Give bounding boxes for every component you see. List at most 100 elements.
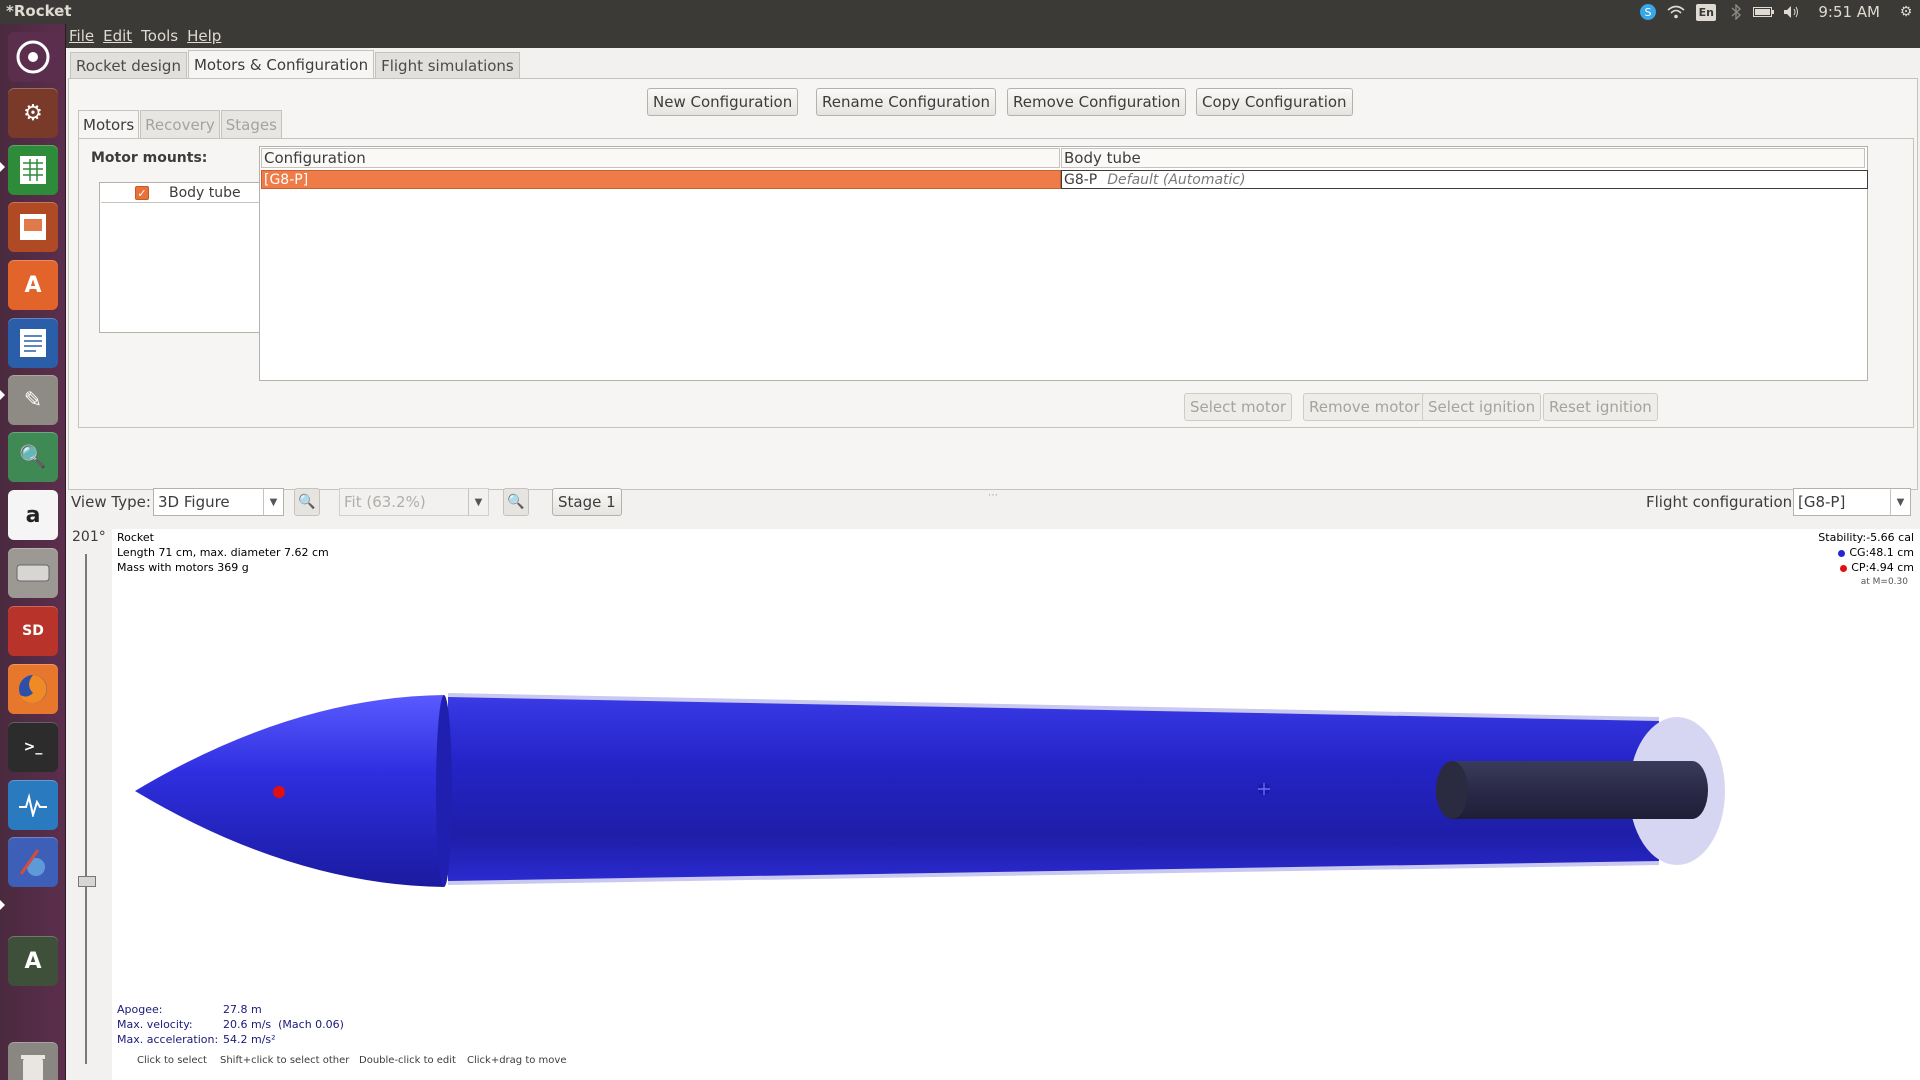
tab-motors[interactable]: Motors (78, 110, 140, 138)
zoom-out-button[interactable]: 🔍 (294, 488, 320, 516)
copy-configuration-button[interactable]: Copy Configuration (1196, 88, 1353, 116)
chevron-down-icon: ▼ (263, 489, 283, 515)
zoom-select[interactable]: Fit (63.2%) ▼ (339, 488, 489, 516)
column-header-body-tube[interactable]: Body tube (1061, 148, 1865, 168)
trash-icon[interactable] (8, 1042, 58, 1080)
sd-card-icon[interactable]: SD (8, 606, 58, 656)
hint-click-select: Click to select (137, 1055, 207, 1066)
tab-motors-configuration[interactable]: Motors & Configuration (187, 50, 375, 78)
motor-mount-label: Body tube (169, 185, 241, 201)
system-settings-icon[interactable]: ⚙ (8, 88, 58, 138)
main-window-content: Rocket design Motors & Configuration Fli… (66, 48, 1920, 1080)
remove-motor-button[interactable]: Remove motor (1303, 393, 1426, 421)
menu-file[interactable]: File (66, 27, 100, 45)
motor-sub-tabs: Motors Recovery Stages (78, 110, 283, 138)
ubuntu-dash-icon[interactable] (8, 32, 58, 82)
remove-configuration-button[interactable]: Remove Configuration (1007, 88, 1187, 116)
motor-mounts-label: Motor mounts: (91, 150, 208, 166)
config-cell[interactable]: [G8-P] (261, 170, 1061, 189)
software-updater-icon[interactable]: A (8, 936, 58, 986)
motor-cell[interactable]: G8-P Default (Automatic) (1061, 170, 1868, 189)
tab-flight-simulations[interactable]: Flight simulations (375, 52, 520, 78)
main-tabs: Rocket design Motors & Configuration Fli… (70, 50, 521, 78)
image-viewer-icon[interactable]: 🔍 (8, 432, 58, 482)
max-acceleration-value: 54.2 m/s² (223, 1033, 276, 1046)
select-ignition-button[interactable]: Select ignition (1422, 393, 1542, 421)
motor-designation: G8-P (1064, 171, 1098, 188)
keyboard-language-indicator[interactable]: En (1696, 3, 1717, 21)
max-velocity-label: Max. velocity: (117, 1018, 193, 1031)
bluetooth-icon[interactable] (1722, 0, 1750, 24)
wifi-icon[interactable] (1662, 0, 1690, 24)
motor-mount-item[interactable]: ✓ Body tube (101, 184, 273, 203)
window-title: *Rocket (6, 2, 72, 20)
rotation-slider-track[interactable] (85, 554, 87, 1064)
tab-recovery[interactable]: Recovery (140, 110, 220, 138)
magnifier-icon: 🔍 (298, 494, 316, 510)
reset-ignition-button[interactable]: Reset ignition (1543, 393, 1658, 421)
gear-icon[interactable]: ⚙ (1892, 0, 1920, 24)
tab-rocket-design[interactable]: Rocket design (70, 52, 187, 78)
select-motor-button[interactable]: Select motor (1184, 393, 1293, 421)
motor-mounts-list: ✓ Body tube (99, 182, 275, 333)
rocket-3d-view[interactable]: Rocket Length 71 cm, max. diameter 7.62 … (112, 529, 1920, 1080)
hint-click-drag: Click+drag to move (467, 1055, 567, 1066)
flight-configuration-label: Flight configuration: (1646, 493, 1798, 511)
menu-tools[interactable]: Tools (138, 27, 184, 45)
motors-tab-panel: Motor mounts: ✓ Body tube Configuration … (78, 138, 1914, 428)
view-type-select[interactable]: 3D Figure ▼ (153, 488, 284, 516)
cp-marker (273, 786, 285, 798)
system-tray: S En 9:51 AM ⚙ (1634, 0, 1920, 24)
column-header-configuration[interactable]: Configuration (261, 148, 1060, 168)
clock[interactable]: 9:51 AM (1806, 3, 1892, 21)
flight-configuration-value: [G8-P] (1798, 493, 1846, 511)
menu-edit[interactable]: Edit (100, 27, 138, 45)
motor-delay: Default (Automatic) (1107, 171, 1246, 188)
zoom-in-button[interactable]: 🔍 (503, 488, 529, 516)
software-center-icon[interactable]: A (8, 260, 58, 310)
tab-stages[interactable]: Stages (220, 110, 282, 138)
hint-double-click: Double-click to edit (359, 1055, 456, 1066)
battery-icon[interactable] (1750, 0, 1778, 24)
amazon-icon[interactable]: a (8, 490, 58, 540)
rotation-angle-label: 201° (72, 529, 106, 545)
menu-help[interactable]: Help (184, 27, 227, 45)
unity-launcher: ⚙ A ✎ 🔍 a SD >_ A (0, 24, 66, 1080)
volume-icon[interactable] (1778, 0, 1806, 24)
max-acceleration-label: Max. acceleration: (117, 1033, 219, 1046)
stage-1-button[interactable]: Stage 1 (552, 488, 622, 516)
cg-marker (1258, 783, 1270, 795)
system-monitor-icon[interactable] (8, 780, 58, 830)
svg-text:S: S (1645, 6, 1652, 19)
configuration-table: Configuration Body tube [G8-P] G8-P Defa… (259, 146, 1868, 381)
nose-cone[interactable] (135, 695, 452, 887)
inner-motor-tube[interactable] (1436, 761, 1708, 819)
libreoffice-writer-icon[interactable] (8, 318, 58, 368)
firefox-icon[interactable] (8, 664, 58, 714)
chevron-down-icon: ▼ (468, 489, 488, 515)
rotation-slider-area: 201° (66, 526, 111, 1080)
motor-mount-checkbox[interactable]: ✓ (135, 186, 149, 200)
chevron-down-icon: ▼ (1890, 489, 1910, 515)
rotation-slider-thumb[interactable] (78, 876, 96, 887)
libreoffice-calc-icon[interactable] (8, 145, 58, 195)
motors-configuration-panel: New Configuration Rename Configuration R… (68, 78, 1918, 490)
skype-icon[interactable]: S (1634, 0, 1662, 24)
text-editor-icon[interactable]: ✎ (8, 375, 58, 425)
new-configuration-button[interactable]: New Configuration (647, 88, 799, 116)
flight-configuration-select[interactable]: [G8-P] ▼ (1793, 488, 1911, 516)
magnifier-icon: 🔍 (507, 494, 525, 510)
hint-shift-click: Shift+click to select other (220, 1055, 350, 1066)
terminal-icon[interactable]: >_ (8, 722, 58, 772)
disk-drive-icon[interactable] (8, 548, 58, 598)
table-row[interactable]: [G8-P] G8-P Default (Automatic) (261, 170, 1868, 189)
rename-configuration-button[interactable]: Rename Configuration (816, 88, 997, 116)
top-panel: *Rocket S En 9:51 AM ⚙ (0, 0, 1920, 24)
zoom-value: Fit (63.2%) (344, 493, 426, 511)
view-type-value: 3D Figure (158, 493, 230, 511)
apogee-value: 27.8 m (223, 1003, 262, 1016)
view-type-label: View Type: (71, 493, 151, 511)
max-velocity-value: 20.6 m/s (Mach 0.06) (223, 1018, 344, 1031)
libreoffice-impress-icon[interactable] (8, 202, 58, 252)
openrocket-icon[interactable] (8, 837, 58, 887)
